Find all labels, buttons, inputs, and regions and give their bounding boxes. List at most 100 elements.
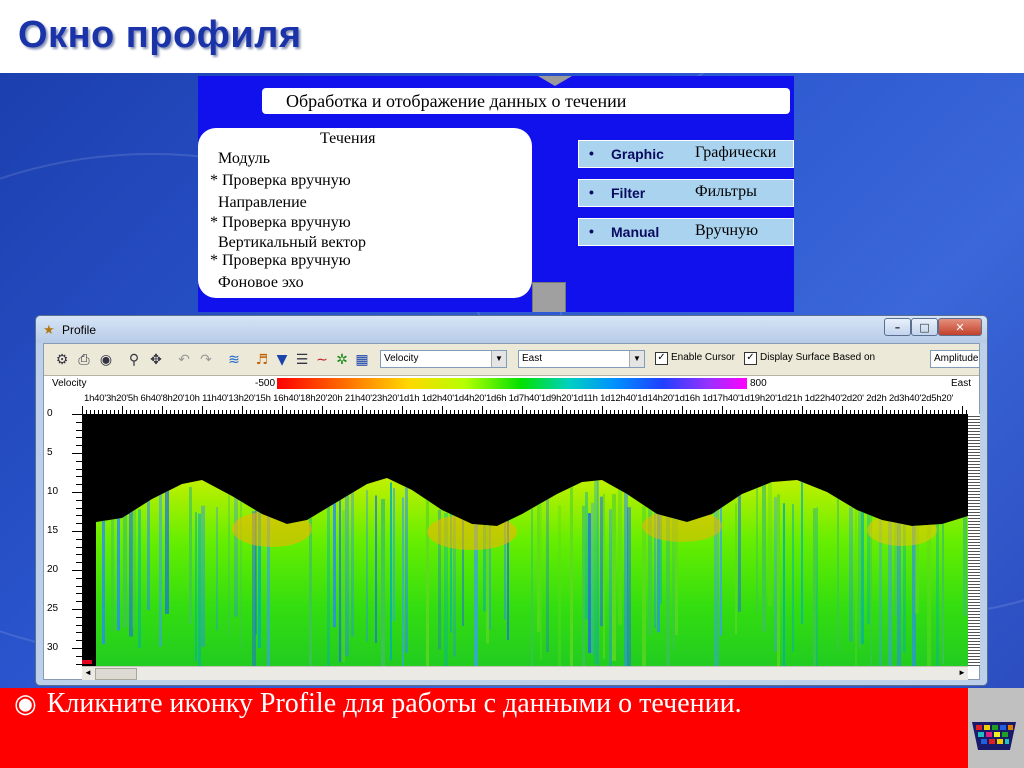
caption: ◉ Кликните иконку Profile для работы с да… bbox=[14, 688, 742, 720]
box-line: Фоновое эхо bbox=[218, 274, 304, 291]
profile-window: ★ Profile – □ ✕ ⚙ ⎙ ◉ ⚲ ✥ ↶ ↷ ≋ ♬ ▼ ☰ ∼ … bbox=[35, 315, 988, 686]
zoom-icon[interactable]: ⚲ bbox=[124, 350, 144, 370]
printer-icon[interactable]: ⎙ bbox=[74, 350, 94, 370]
camera-icon[interactable]: ◉ bbox=[96, 350, 116, 370]
profile-stripe bbox=[738, 482, 741, 612]
time-tick bbox=[722, 406, 723, 414]
box-line: * Проверка вручную bbox=[210, 252, 351, 269]
horizontal-scrollbar[interactable]: ◄ ► bbox=[82, 666, 968, 680]
connector-block bbox=[532, 282, 566, 312]
time-tick bbox=[122, 406, 123, 414]
profile-app-icon: ★ bbox=[43, 322, 55, 337]
window-titlebar[interactable]: ★ Profile – □ ✕ bbox=[36, 316, 987, 343]
person-icon[interactable]: ♬ bbox=[252, 350, 272, 370]
filter-label: Filter bbox=[611, 185, 646, 201]
profile-stripe bbox=[627, 507, 631, 666]
profile-stripe bbox=[570, 486, 573, 666]
slide-title: Окно профиля bbox=[18, 14, 302, 56]
profile-stripe bbox=[591, 502, 594, 655]
compass-icon[interactable]: ✲ bbox=[332, 350, 352, 370]
depth-label: 10 bbox=[47, 486, 59, 497]
bullet-icon: • bbox=[589, 145, 594, 161]
depth-label: 30 bbox=[47, 642, 59, 653]
depth-tick bbox=[72, 531, 82, 532]
display-surface-select[interactable]: Amplitude bbox=[930, 350, 980, 368]
filter-button[interactable]: • Filter Фильтры bbox=[578, 179, 794, 207]
profile-stripe bbox=[582, 505, 585, 666]
circle-dot-icon: ◉ bbox=[14, 689, 37, 719]
time-tick bbox=[402, 406, 403, 414]
depth-label: 5 bbox=[47, 447, 53, 458]
box-line: * Проверка вручную bbox=[210, 172, 351, 189]
scale-parameter: Velocity bbox=[52, 378, 87, 389]
profile-stripe bbox=[426, 479, 429, 666]
profile-stripe bbox=[861, 504, 864, 644]
profile-stripe bbox=[618, 481, 622, 625]
time-axis: 1h40'3h20'5h 6h40'8h20'10h 11h40'13h20'1… bbox=[82, 392, 968, 414]
profile-stripe bbox=[537, 493, 540, 632]
chevron-down-icon: ▼ bbox=[491, 351, 506, 367]
maximize-button[interactable]: □ bbox=[911, 318, 938, 336]
time-tick bbox=[882, 406, 883, 414]
time-tick bbox=[282, 406, 283, 414]
scroll-left-button[interactable]: ◄ bbox=[82, 667, 94, 679]
window-title: Profile bbox=[62, 323, 97, 337]
fit-icon[interactable]: ✥ bbox=[146, 350, 166, 370]
funnel-icon[interactable]: ▼ bbox=[272, 350, 292, 370]
grid-icon[interactable]: ▦ bbox=[352, 350, 372, 370]
line-chart-icon[interactable]: ∼ bbox=[312, 350, 332, 370]
profile-stripe bbox=[111, 505, 114, 632]
time-tick bbox=[682, 406, 683, 414]
toolbar: ⚙ ⎙ ◉ ⚲ ✥ ↶ ↷ ≋ ♬ ▼ ☰ ∼ ✲ ▦ Velocity ▼ E… bbox=[44, 344, 980, 376]
scroll-thumb[interactable] bbox=[95, 668, 137, 680]
profile-stripe bbox=[345, 490, 349, 657]
display-surface-checkbox[interactable]: ✓ bbox=[744, 352, 757, 365]
undo-icon[interactable]: ↶ bbox=[174, 350, 194, 370]
time-tick bbox=[642, 406, 643, 414]
manual-button[interactable]: • Manual Вручную bbox=[578, 218, 794, 246]
wrench-icon[interactable]: ⚙ bbox=[52, 350, 72, 370]
time-tick bbox=[442, 406, 443, 414]
profile-stripe bbox=[813, 508, 816, 666]
box-line: Модуль bbox=[218, 150, 271, 167]
profile-stripe bbox=[816, 507, 818, 666]
time-tick bbox=[482, 406, 483, 414]
profile-stripe bbox=[201, 505, 205, 647]
velocity-profile-plot[interactable] bbox=[82, 414, 968, 666]
time-tick bbox=[202, 406, 203, 414]
profile-stripe bbox=[756, 478, 758, 614]
time-tick bbox=[162, 406, 163, 414]
profile-stripe bbox=[849, 507, 853, 642]
profile-stripe bbox=[801, 480, 803, 625]
graphic-button[interactable]: • Graphic Графически bbox=[578, 140, 794, 168]
profile-stripe bbox=[165, 483, 169, 615]
scroll-right-button[interactable]: ► bbox=[956, 667, 968, 679]
profile-stripe bbox=[405, 487, 408, 653]
close-button[interactable]: ✕ bbox=[938, 318, 982, 336]
component-select[interactable]: East ▼ bbox=[518, 350, 645, 368]
minimize-button[interactable]: – bbox=[884, 318, 911, 336]
box-line: Вертикальный вектор bbox=[218, 234, 366, 251]
profile-stripe bbox=[762, 483, 766, 632]
color-scale-bar bbox=[277, 378, 747, 389]
profile-stripe bbox=[558, 505, 561, 666]
profile-stripe bbox=[855, 492, 857, 666]
profile-stripe bbox=[216, 507, 218, 631]
depth-label: 15 bbox=[47, 525, 59, 536]
filter-label-ru: Фильтры bbox=[695, 183, 757, 200]
time-tick bbox=[82, 406, 83, 414]
profile-stripe bbox=[147, 482, 150, 611]
depth-tick bbox=[72, 648, 82, 649]
bullet-icon: • bbox=[589, 223, 594, 239]
notes-icon[interactable]: ☰ bbox=[292, 350, 312, 370]
profile-stripe bbox=[792, 504, 794, 652]
depth-tick bbox=[72, 492, 82, 493]
currents-box: Течения Модуль * Проверка вручную Направ… bbox=[198, 128, 532, 298]
enable-cursor-checkbox[interactable]: ✓ bbox=[655, 352, 668, 365]
wave-icon[interactable]: ≋ bbox=[224, 350, 244, 370]
profile-stripe bbox=[195, 512, 197, 662]
time-tick bbox=[842, 406, 843, 414]
profile-stripe bbox=[381, 499, 385, 666]
parameter-select[interactable]: Velocity ▼ bbox=[380, 350, 507, 368]
redo-icon[interactable]: ↷ bbox=[196, 350, 216, 370]
